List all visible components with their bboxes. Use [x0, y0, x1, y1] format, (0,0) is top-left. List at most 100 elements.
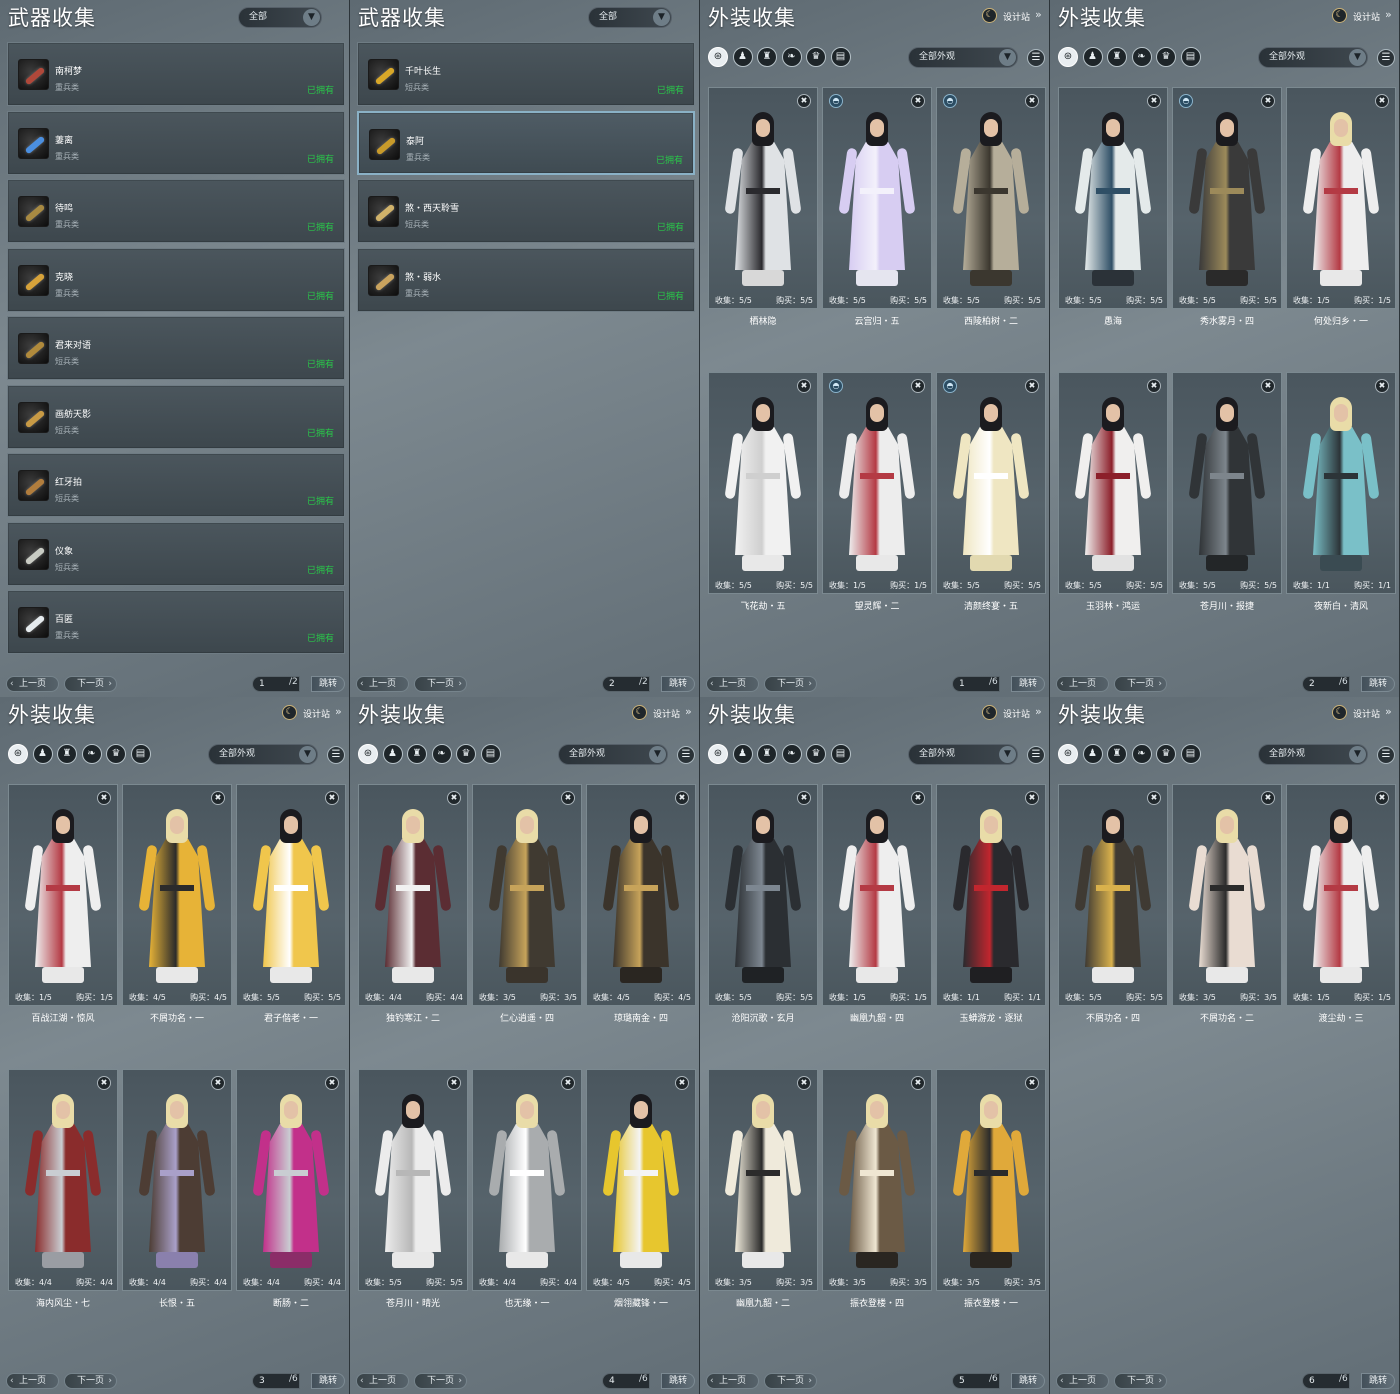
weapon-item[interactable]: 萋离 重兵类 已拥有: [7, 110, 345, 175]
accessory-icon[interactable]: ❧: [1131, 47, 1152, 67]
jump-button[interactable]: 跳转: [1361, 676, 1395, 692]
document-icon[interactable]: ▤: [1180, 47, 1201, 67]
jump-button[interactable]: 跳转: [311, 676, 345, 692]
outfit-card[interactable]: ✖ 收集：3/5 购买：3/5: [708, 1069, 818, 1291]
delete-icon[interactable]: ✖: [911, 791, 925, 805]
delete-icon[interactable]: ✖: [97, 791, 111, 805]
next-page-button[interactable]: 下一页 ›: [64, 1373, 117, 1389]
outfit-card[interactable]: ✖ 收集：4/4 购买：4/4: [8, 1069, 118, 1291]
delete-icon[interactable]: ✖: [1261, 94, 1275, 108]
weapon-item[interactable]: 待鸣 重兵类 已拥有: [7, 179, 345, 243]
delete-icon[interactable]: ✖: [447, 791, 461, 805]
outfit-card[interactable]: ✖ 收集：1/1 购买：1/1: [936, 784, 1046, 1006]
top-icon[interactable]: ♟: [1082, 744, 1103, 764]
delete-icon[interactable]: ✖: [447, 1076, 461, 1090]
outfit-filter-dropdown[interactable]: 全部外观 ▼: [208, 744, 318, 765]
delete-icon[interactable]: ✖: [561, 791, 575, 805]
outfit-card[interactable]: ✖ ◓ 收集：5/5 购买：5/5: [1172, 87, 1282, 309]
outfit-card[interactable]: ✖ 收集：5/5 购买：5/5: [1058, 784, 1168, 1006]
bottom-icon[interactable]: ♜: [407, 744, 427, 764]
delete-icon[interactable]: ✖: [325, 1076, 339, 1090]
delete-icon[interactable]: ✖: [911, 94, 925, 108]
jump-button[interactable]: 跳转: [661, 1373, 695, 1389]
document-icon[interactable]: ▤: [830, 47, 851, 67]
hat-icon[interactable]: ♛: [456, 744, 476, 764]
prev-page-button[interactable]: ‹ 上一页: [6, 676, 59, 692]
outfit-filter-dropdown[interactable]: 全部外观 ▼: [1258, 744, 1368, 765]
weapon-item[interactable]: 煞・弱水 重兵类 已拥有: [357, 247, 695, 312]
manage-list-icon[interactable]: ☰: [1377, 746, 1395, 764]
delete-icon[interactable]: ✖: [1375, 94, 1389, 108]
document-icon[interactable]: ▤: [130, 744, 151, 764]
jump-button[interactable]: 跳转: [661, 676, 695, 692]
outfit-card[interactable]: ✖ 收集：1/5 购买：1/5: [822, 784, 932, 1006]
accessory-icon[interactable]: ❧: [431, 744, 452, 764]
outfit-card[interactable]: ✖ ◓ 收集：5/5 购买：5/5: [936, 372, 1046, 594]
top-icon[interactable]: ♟: [1082, 47, 1103, 67]
outfit-card[interactable]: ✖ 收集：3/5 购买：3/5: [822, 1069, 932, 1291]
outfit-card[interactable]: ✖ ◓ 收集：5/5 购买：5/5: [936, 87, 1046, 309]
hat-icon[interactable]: ♛: [106, 744, 126, 764]
delete-icon[interactable]: ✖: [675, 1076, 689, 1090]
top-icon[interactable]: ♟: [732, 47, 753, 67]
delete-icon[interactable]: ✖: [1025, 94, 1039, 108]
weapon-item[interactable]: 仪象 短兵类 已拥有: [7, 521, 345, 586]
prev-page-button[interactable]: ‹ 上一页: [356, 1373, 409, 1389]
outfit-filter-dropdown[interactable]: 全部外观 ▼: [908, 744, 1018, 765]
delete-icon[interactable]: ✖: [911, 1076, 925, 1090]
next-page-button[interactable]: 下一页 ›: [414, 1373, 467, 1389]
outfit-card[interactable]: ✖ 收集：5/5 购买：5/5: [358, 1069, 468, 1291]
delete-icon[interactable]: ✖: [1375, 791, 1389, 805]
accessory-icon[interactable]: ❧: [781, 744, 802, 764]
jump-button[interactable]: 跳转: [1011, 676, 1045, 692]
outfit-filter-dropdown[interactable]: 全部外观 ▼: [558, 744, 668, 765]
top-icon[interactable]: ♟: [732, 744, 753, 764]
manage-list-icon[interactable]: ☰: [1027, 49, 1045, 67]
manage-list-icon[interactable]: ☰: [1377, 49, 1395, 67]
delete-icon[interactable]: ✖: [97, 1076, 111, 1090]
prev-page-button[interactable]: ‹ 上一页: [1056, 1373, 1109, 1389]
outfit-card[interactable]: ✖ 收集：4/5 购买：4/5: [586, 1069, 696, 1291]
outfit-card[interactable]: ✖ 收集：3/5 购买：3/5: [472, 784, 582, 1006]
delete-icon[interactable]: ✖: [1025, 1076, 1039, 1090]
outfit-card[interactable]: ✖ 收集：5/5 购买：5/5: [1058, 87, 1168, 309]
delete-icon[interactable]: ✖: [1147, 379, 1161, 393]
all-outfits-icon[interactable]: ⊛: [708, 47, 728, 67]
manage-list-icon[interactable]: ☰: [327, 746, 345, 764]
all-outfits-icon[interactable]: ⊛: [8, 744, 28, 764]
outfit-card[interactable]: ✖ ◓ 收集：1/5 购买：1/5: [822, 372, 932, 594]
weapon-item[interactable]: 红牙拍 短兵类 已拥有: [7, 453, 345, 517]
accessory-icon[interactable]: ❧: [81, 744, 102, 764]
delete-icon[interactable]: ✖: [325, 791, 339, 805]
document-icon[interactable]: ▤: [1180, 744, 1201, 764]
top-icon[interactable]: ♟: [382, 744, 403, 764]
weapon-item[interactable]: 煞・西天聆雪 短兵类 已拥有: [357, 179, 695, 243]
bottom-icon[interactable]: ♜: [1107, 47, 1127, 67]
outfit-filter-dropdown[interactable]: 全部外观 ▼: [1258, 47, 1368, 68]
outfit-card[interactable]: ✖ 收集：5/5 购买：5/5: [236, 784, 346, 1006]
delete-icon[interactable]: ✖: [561, 1076, 575, 1090]
jump-button[interactable]: 跳转: [311, 1373, 345, 1389]
accessory-icon[interactable]: ❧: [1131, 744, 1152, 764]
delete-icon[interactable]: ✖: [211, 1076, 225, 1090]
outfit-filter-dropdown[interactable]: 全部外观 ▼: [908, 47, 1018, 68]
outfit-card[interactable]: ✖ ◓ 收集：5/5 购买：5/5: [822, 87, 932, 309]
weapon-item[interactable]: 百匿 重兵类 已拥有: [7, 590, 345, 654]
outfit-card[interactable]: ✖ 收集：5/5 购买：5/5: [708, 372, 818, 594]
next-page-button[interactable]: 下一页 ›: [1114, 676, 1167, 692]
next-page-button[interactable]: 下一页 ›: [414, 676, 467, 692]
outfit-card[interactable]: ✖ 收集：4/5 购买：4/5: [122, 784, 232, 1006]
delete-icon[interactable]: ✖: [211, 791, 225, 805]
document-icon[interactable]: ▤: [480, 744, 501, 764]
weapon-item[interactable]: 画舫天影 短兵类 已拥有: [7, 384, 345, 449]
delete-icon[interactable]: ✖: [1025, 379, 1039, 393]
prev-page-button[interactable]: ‹ 上一页: [6, 1373, 59, 1389]
next-page-button[interactable]: 下一页 ›: [1114, 1373, 1167, 1389]
outfit-card[interactable]: ✖ 收集：3/5 购买：3/5: [936, 1069, 1046, 1291]
outfit-card[interactable]: ✖ 收集：1/5 购买：1/5: [1286, 784, 1396, 1006]
delete-icon[interactable]: ✖: [1147, 791, 1161, 805]
delete-icon[interactable]: ✖: [797, 94, 811, 108]
outfit-card[interactable]: ✖ 收集：4/4 购买：4/4: [236, 1069, 346, 1291]
delete-icon[interactable]: ✖: [797, 791, 811, 805]
delete-icon[interactable]: ✖: [1375, 379, 1389, 393]
